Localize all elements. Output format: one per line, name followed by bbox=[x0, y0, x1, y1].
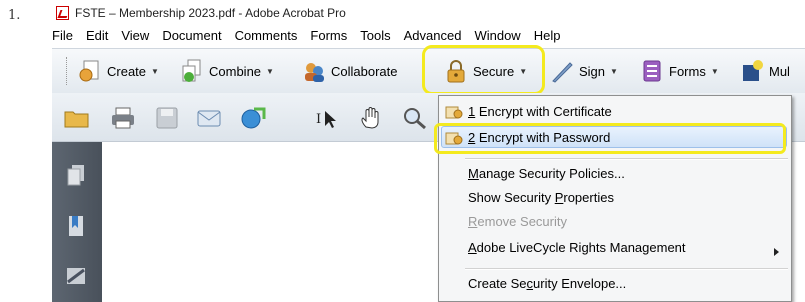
combine-icon bbox=[180, 59, 204, 83]
collaborate-label: Collaborate bbox=[331, 63, 398, 79]
menu-item-label: roperties bbox=[563, 190, 614, 205]
menu-item-manage-policies[interactable]: Manage Security Policies... bbox=[468, 164, 625, 184]
multimedia-label: Mul bbox=[769, 63, 790, 79]
chevron-down-icon: ▼ bbox=[151, 66, 159, 76]
multimedia-icon bbox=[740, 59, 764, 83]
menu-bar: File Edit View Document Comments Forms T… bbox=[52, 25, 573, 45]
certificate-lock-icon bbox=[445, 104, 463, 120]
menu-edit[interactable]: Edit bbox=[86, 28, 108, 43]
menu-item-label: Create Se bbox=[468, 276, 527, 291]
mnemonic: A bbox=[468, 240, 477, 255]
save-icon[interactable] bbox=[154, 106, 180, 130]
forms-icon bbox=[640, 59, 664, 83]
open-folder-icon[interactable] bbox=[64, 106, 90, 130]
create-button[interactable]: Create ▼ bbox=[78, 59, 159, 83]
menu-item-label: Encrypt with Certificate bbox=[475, 104, 612, 119]
menu-item-label: Show Security bbox=[468, 190, 555, 205]
print-icon[interactable] bbox=[110, 106, 136, 130]
navigation-pane bbox=[52, 142, 102, 302]
pen-icon bbox=[550, 59, 574, 83]
svg-text:I: I bbox=[316, 112, 321, 127]
menu-window[interactable]: Window bbox=[474, 28, 520, 43]
sign-label: Sign bbox=[579, 63, 606, 79]
combine-label: Combine bbox=[209, 63, 262, 79]
multimedia-button[interactable]: Mul bbox=[740, 59, 790, 83]
menu-help[interactable]: Help bbox=[534, 28, 561, 43]
menu-forms[interactable]: Forms bbox=[310, 28, 347, 43]
menu-item-remove-security[interactable]: Remove Security bbox=[468, 212, 567, 232]
pdf-file-icon bbox=[56, 6, 69, 20]
menu-item-label: anage Security Policies... bbox=[478, 166, 625, 181]
signatures-icon[interactable] bbox=[66, 264, 86, 288]
menu-item-label: emove Security bbox=[477, 214, 567, 229]
create-pdf-icon bbox=[78, 59, 102, 83]
bookmarks-icon[interactable] bbox=[66, 214, 86, 238]
menu-item-show-properties[interactable]: Show Security Properties bbox=[468, 188, 614, 208]
menu-comments[interactable]: Comments bbox=[235, 28, 298, 43]
menu-tools[interactable]: Tools bbox=[360, 28, 390, 43]
create-label: Create bbox=[107, 63, 147, 79]
password-highlight bbox=[434, 123, 786, 154]
mnemonic: R bbox=[468, 214, 478, 229]
menu-separator bbox=[465, 158, 788, 160]
collaborate-button[interactable]: Collaborate bbox=[302, 59, 398, 83]
menu-item-label: dobe LiveCycle Rights Management bbox=[476, 240, 686, 255]
menu-file[interactable]: File bbox=[52, 28, 73, 43]
menu-item-livecycle[interactable]: Adobe LiveCycle Rights Management bbox=[468, 238, 686, 258]
sign-button[interactable]: Sign ▼ bbox=[550, 59, 618, 83]
window-title: FSTE – Membership 2023.pdf - Adobe Acrob… bbox=[75, 6, 346, 20]
chevron-down-icon: ▼ bbox=[710, 66, 719, 76]
mnemonic: M bbox=[468, 166, 479, 181]
chevron-down-icon: ▼ bbox=[610, 66, 618, 76]
menu-advanced[interactable]: Advanced bbox=[404, 28, 462, 43]
menu-separator bbox=[465, 268, 788, 270]
step-number: 1. bbox=[8, 8, 21, 23]
forms-button[interactable]: Forms ▼ bbox=[640, 59, 719, 83]
forms-label: Forms bbox=[669, 63, 706, 79]
hand-tool-icon[interactable] bbox=[358, 106, 384, 130]
chevron-down-icon: ▼ bbox=[266, 66, 274, 76]
menu-document[interactable]: Document bbox=[162, 28, 221, 43]
menu-item-label: urity Envelope... bbox=[533, 276, 627, 291]
toolbar-grip[interactable] bbox=[66, 57, 70, 85]
submenu-arrow-icon bbox=[774, 248, 779, 256]
pages-icon[interactable] bbox=[66, 164, 86, 188]
menu-item-create-envelope[interactable]: Create Security Envelope... bbox=[468, 274, 626, 294]
email-icon[interactable] bbox=[196, 106, 222, 130]
combine-button[interactable]: Combine ▼ bbox=[180, 59, 274, 83]
zoom-icon[interactable] bbox=[402, 106, 428, 130]
document-area[interactable] bbox=[102, 142, 442, 302]
globe-arrow-icon[interactable] bbox=[240, 106, 266, 130]
collaborate-icon bbox=[302, 59, 326, 83]
window-titlebar: FSTE – Membership 2023.pdf - Adobe Acrob… bbox=[56, 4, 346, 22]
secure-highlight bbox=[422, 45, 545, 95]
select-cursor-icon[interactable]: I bbox=[314, 106, 340, 130]
menu-item-encrypt-certificate[interactable]: 1 Encrypt with Certificate bbox=[468, 102, 612, 122]
menu-view[interactable]: View bbox=[121, 28, 149, 43]
